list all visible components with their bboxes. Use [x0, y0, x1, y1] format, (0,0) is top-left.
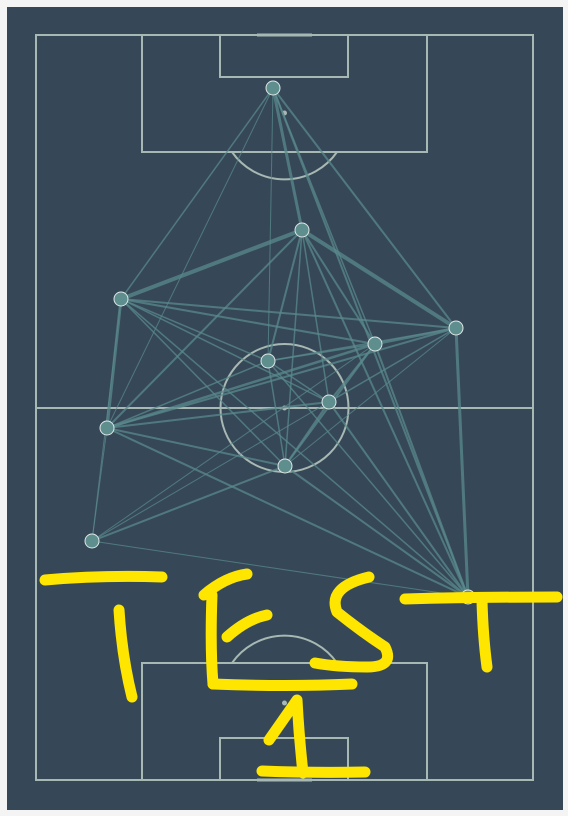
player-node: [260, 353, 276, 369]
scribble-letter-t2-stem: [476, 595, 493, 673]
pitch-container: [7, 7, 563, 810]
pass-network-pitch: [7, 7, 563, 810]
player-node: [84, 533, 100, 549]
scribble-digit-1-base: [256, 765, 371, 778]
bottom-penalty-spot: [282, 700, 287, 706]
scribble-letter-e-bottom: [207, 678, 358, 691]
player-node: [321, 394, 337, 410]
player-node: [99, 420, 115, 436]
player-node: [367, 336, 383, 352]
player-node: [277, 458, 293, 474]
player-node: [113, 291, 129, 307]
player-node: [294, 222, 310, 238]
player-node: [265, 80, 281, 96]
scribble-letter-e-spine: [205, 589, 219, 690]
scribble-letter-t1-top: [39, 570, 168, 586]
player-node: [448, 320, 464, 336]
